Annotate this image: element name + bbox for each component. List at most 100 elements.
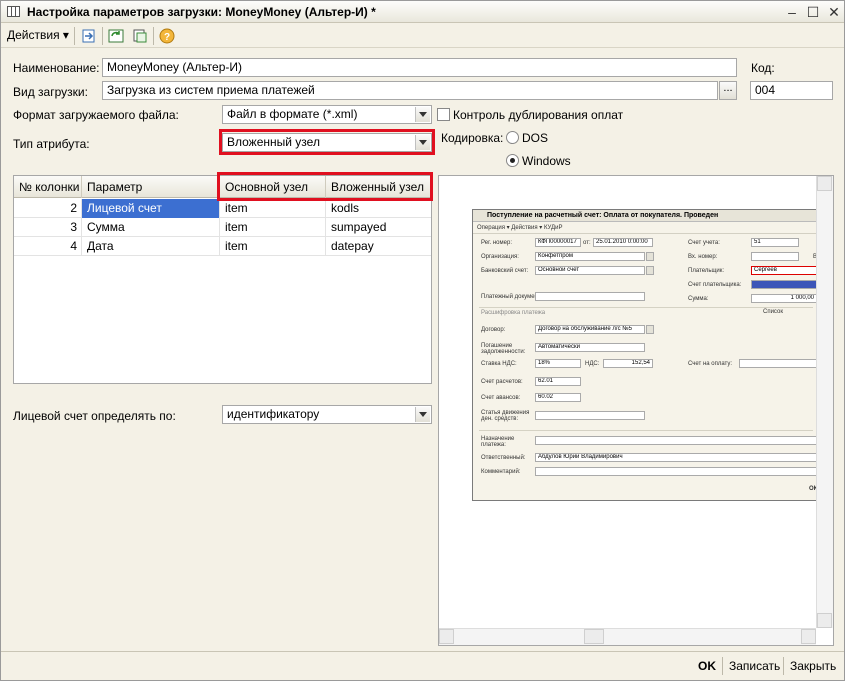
cell-main-node[interactable]: item xyxy=(220,199,326,218)
preview-settle-acc-label: Счет расчетов: xyxy=(481,379,523,385)
preview-vat-label: НДС: xyxy=(585,361,600,367)
cell-nested-node[interactable]: datepay xyxy=(326,237,431,256)
preview-pay-doc-label: Платежный документ: xyxy=(481,294,543,300)
account-by-label: Лицевой счет определять по: xyxy=(13,409,176,423)
dup-control-checkbox[interactable] xyxy=(437,108,450,121)
preview-sum-label: Сумма: xyxy=(688,296,709,302)
scroll-right-icon[interactable] xyxy=(801,629,816,644)
close-button[interactable]: Закрыть xyxy=(790,659,836,673)
scroll-down-icon[interactable] xyxy=(817,613,832,628)
encoding-dos-radio[interactable] xyxy=(506,131,519,144)
cell-main-node[interactable]: item xyxy=(220,237,326,256)
toolbar: Действия ▾ ? xyxy=(1,24,844,48)
preview-separator xyxy=(479,307,813,308)
preview-responsible-label: Ответственный: xyxy=(481,455,526,461)
preview-in-num xyxy=(751,252,799,261)
cell-main-node[interactable]: item xyxy=(220,218,326,237)
save-button[interactable]: Записать xyxy=(729,659,780,673)
cell-nested-node[interactable]: kodls xyxy=(326,199,431,218)
preview-vat: 152,54 xyxy=(603,359,653,368)
table-row[interactable]: 4 Дата item datepay xyxy=(14,237,431,256)
preview-acc-account-label: Счет учета: xyxy=(688,240,720,246)
preview-payer: Сергеев xyxy=(751,266,817,275)
preview-pay-doc xyxy=(535,292,645,301)
preview-cash-item-label: Статья движения ден. средств: xyxy=(481,410,530,422)
table-row[interactable]: 3 Сумма item sumpayed xyxy=(14,218,431,237)
cell-num[interactable]: 3 xyxy=(14,218,82,237)
cell-num[interactable]: 4 xyxy=(14,237,82,256)
file-format-select[interactable]: Файл в формате (*.xml) xyxy=(222,105,432,124)
footer-separator xyxy=(722,657,723,675)
code-label: Код: xyxy=(751,61,775,75)
scroll-thumb[interactable] xyxy=(584,629,604,644)
title-bar: Настройка параметров загрузки: MoneyMone… xyxy=(1,1,844,23)
preview-org-label: Организация: xyxy=(481,254,519,260)
cell-param[interactable]: Лицевой счет xyxy=(82,199,220,218)
col-param-header[interactable]: Параметр xyxy=(82,176,220,198)
toolbar-separator xyxy=(74,27,75,45)
cell-nested-node[interactable]: sumpayed xyxy=(326,218,431,237)
preview-in-num-label: Вх. номер: xyxy=(688,254,718,260)
refresh-icon[interactable] xyxy=(107,27,125,45)
table-row[interactable]: 2 Лицевой счет item kodls xyxy=(14,199,431,218)
preview-button xyxy=(646,266,654,275)
footer-separator xyxy=(783,657,784,675)
svg-text:?: ? xyxy=(164,32,170,43)
preview-comment xyxy=(535,467,817,476)
scroll-left-icon[interactable] xyxy=(439,629,454,644)
settings-window: Настройка параметров загрузки: MoneyMone… xyxy=(0,0,845,681)
preview-button xyxy=(646,325,654,334)
preview-reg-num: КФП00000017 xyxy=(535,238,581,247)
toolbar-separator xyxy=(102,27,103,45)
preview-panel[interactable]: Поступление на расчетный счет: Оплата от… xyxy=(438,175,834,646)
load-type-input[interactable]: Загрузка из систем приема платежей xyxy=(102,81,718,100)
cell-num[interactable]: 2 xyxy=(14,199,82,218)
cell-param[interactable]: Дата xyxy=(82,237,220,256)
name-label: Наименование: xyxy=(13,61,100,75)
preview-toolbar: Операция ▾ Действия ▾ КУДиР xyxy=(473,223,817,234)
close-icon[interactable]: ✕ xyxy=(825,3,843,21)
scroll-up-icon[interactable] xyxy=(817,176,832,191)
edit-icon[interactable] xyxy=(80,27,98,45)
file-format-value: Файл в формате (*.xml) xyxy=(227,107,358,121)
preview-adv-acc-label: Счет авансов: xyxy=(481,395,521,401)
preview-vertical-scrollbar[interactable] xyxy=(816,176,833,628)
dup-control-label: Контроль дублирования оплат xyxy=(453,108,624,122)
ok-button[interactable]: OK xyxy=(698,659,716,673)
preview-separator xyxy=(479,430,813,431)
params-table[interactable]: № колонки Параметр Основной узел Вложенн… xyxy=(13,175,432,384)
preview-title: Поступление на расчетный счет: Оплата от… xyxy=(473,210,817,222)
account-by-select[interactable]: идентификатору xyxy=(222,405,432,424)
actions-menu[interactable]: Действия ▾ xyxy=(7,28,69,42)
copy-icon[interactable] xyxy=(131,27,149,45)
preview-from-label: от: xyxy=(583,240,591,246)
preview-purpose-label: Назначение платежа: xyxy=(481,436,515,448)
chevron-down-icon[interactable] xyxy=(415,107,430,122)
encoding-windows-radio[interactable] xyxy=(506,154,519,167)
preview-horizontal-scrollbar[interactable] xyxy=(439,628,816,645)
file-format-label: Формат загружаемого файла: xyxy=(13,108,179,122)
cell-param[interactable]: Сумма xyxy=(82,218,220,237)
help-icon[interactable]: ? xyxy=(158,27,176,45)
col-num-header[interactable]: № колонки xyxy=(14,176,82,198)
columns-highlight xyxy=(217,172,433,201)
preview-contract-label: Договор: xyxy=(481,327,506,333)
minimize-icon[interactable]: ‒ xyxy=(783,3,801,21)
footer-bar: OK Записать Закрыть xyxy=(1,651,844,680)
preview-vat-rate-label: Ставка НДС: xyxy=(481,361,517,367)
preview-pay-acc xyxy=(739,359,817,368)
preview-list-label: Список xyxy=(763,309,783,315)
preview-org: Конфетпром xyxy=(535,252,645,261)
chevron-down-icon[interactable] xyxy=(415,407,430,422)
maximize-icon[interactable]: ☐ xyxy=(804,3,822,21)
preview-bank-acc: Основной счет xyxy=(535,266,645,275)
preview-purpose xyxy=(535,436,817,445)
preview-cash-item xyxy=(535,411,645,420)
preview-bank-acc-label: Банковский счет: xyxy=(481,268,529,274)
load-type-select-button[interactable]: ... xyxy=(719,81,737,100)
preview-pay-acc-label: Счет на оплату: xyxy=(688,361,733,367)
encoding-label: Кодировка: xyxy=(441,131,504,145)
preview-reg-num-label: Рег. номер: xyxy=(481,240,512,246)
code-input[interactable]: 004 xyxy=(750,81,833,100)
name-input[interactable]: MoneyMoney (Альтер-И) xyxy=(102,58,737,77)
